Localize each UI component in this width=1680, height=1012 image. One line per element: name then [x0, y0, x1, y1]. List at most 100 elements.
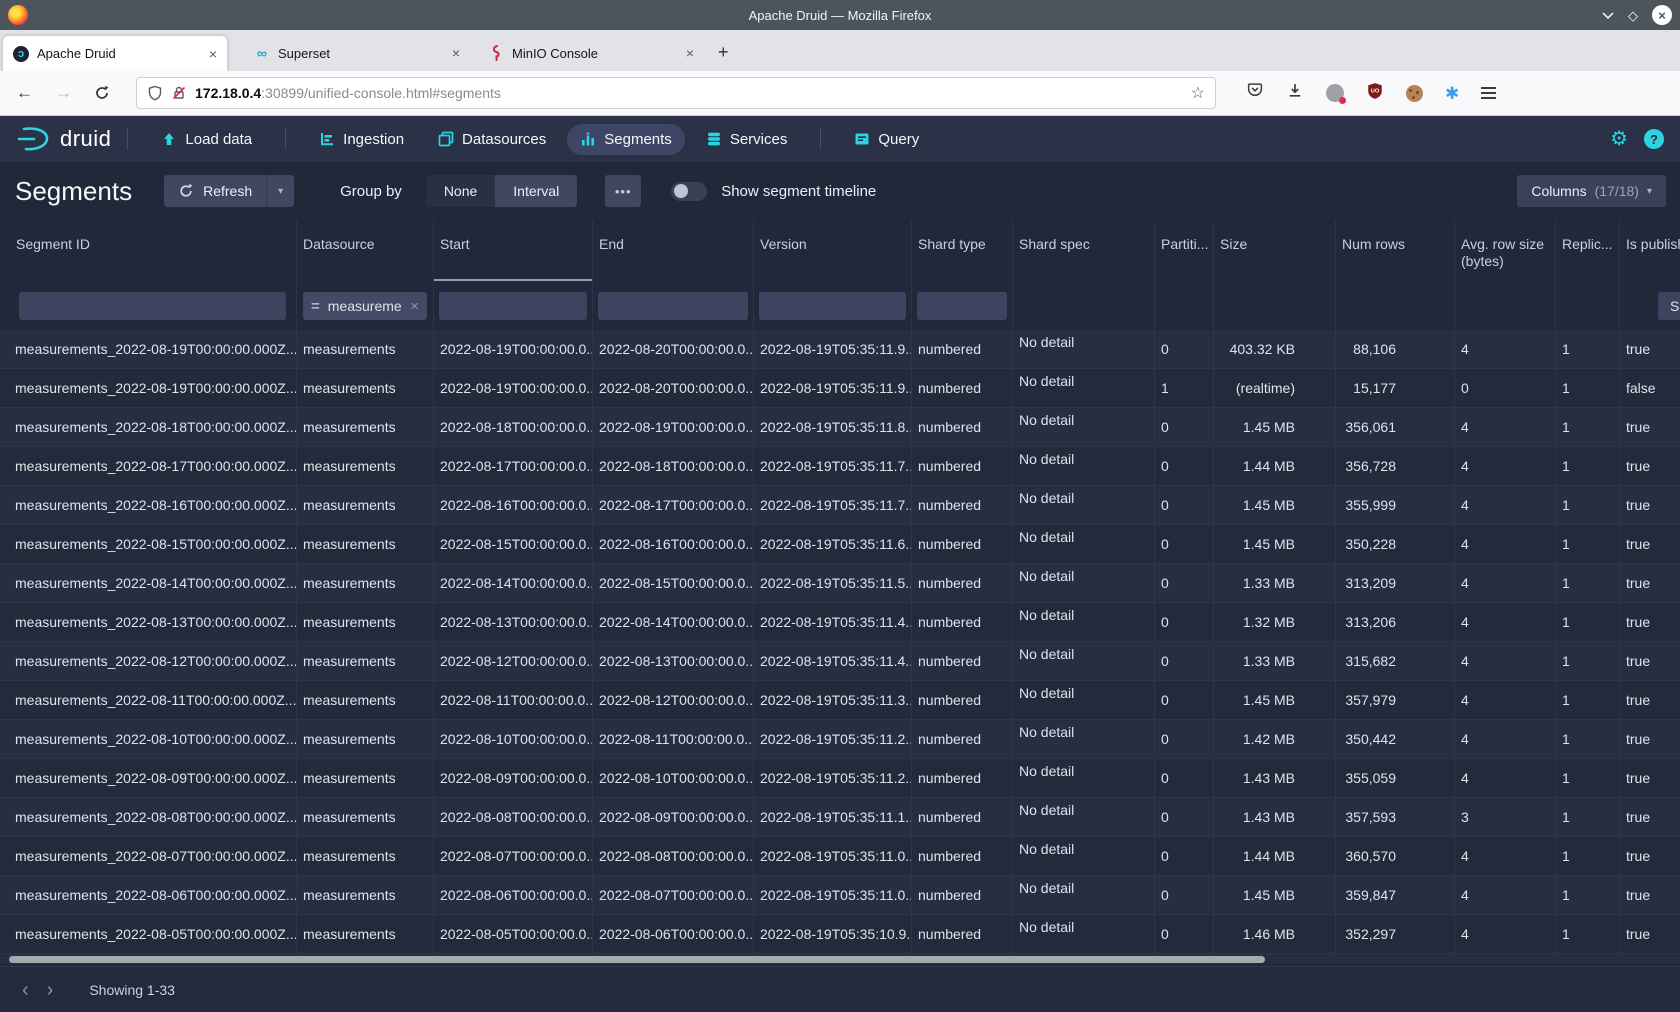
column-header-partiti[interactable]: Partiti... [1155, 220, 1214, 282]
table-row[interactable]: measurements_2022-08-07T00:00:00.000Z...… [0, 837, 1680, 876]
settings-gear-icon[interactable]: ⚙ [1610, 129, 1628, 149]
is-published-filter-button[interactable]: Show [1658, 292, 1680, 320]
column-header-label: Num rows [1342, 236, 1405, 252]
column-header-is-published[interactable]: Is published [1620, 220, 1680, 282]
cell-start: 2022-08-07T00:00:00.0... [434, 837, 593, 876]
column-header-num-rows[interactable]: Num rows [1336, 220, 1455, 282]
column-header-version[interactable]: Version [754, 220, 912, 282]
nav-item-datasources[interactable]: Datasources [425, 124, 559, 155]
table-row[interactable]: measurements_2022-08-14T00:00:00.000Z...… [0, 564, 1680, 603]
new-tab-button[interactable]: + [718, 42, 729, 63]
table-row[interactable]: measurements_2022-08-05T00:00:00.000Z...… [0, 915, 1680, 954]
table-row[interactable]: measurements_2022-08-13T00:00:00.000Z...… [0, 603, 1680, 642]
table-row[interactable]: measurements_2022-08-15T00:00:00.000Z...… [0, 525, 1680, 564]
divider [285, 128, 286, 150]
forward-button[interactable]: → [55, 83, 72, 103]
column-header-start[interactable]: Start [434, 220, 593, 282]
cell-segment-id: measurements_2022-08-17T00:00:00.000Z... [0, 447, 297, 486]
remove-filter-icon[interactable]: × [410, 298, 419, 315]
extension-asterisk-icon[interactable]: ✱ [1445, 85, 1459, 102]
group-by-interval-button[interactable]: Interval [495, 175, 577, 207]
cell-shard-type: numbered [912, 603, 1013, 642]
filter-input-start[interactable] [439, 292, 587, 320]
shield-icon[interactable] [147, 85, 163, 101]
tab-superset[interactable]: ∞ Superset × [244, 35, 470, 71]
column-header-shard-spec[interactable]: Shard spec [1013, 220, 1155, 282]
column-header-size[interactable]: Size [1214, 220, 1336, 282]
column-header-segment-id[interactable]: Segment ID [0, 220, 297, 282]
cell-size: (realtime) [1214, 369, 1336, 408]
reload-button[interactable] [94, 85, 110, 101]
url-bar[interactable]: 172.18.0.4:30899/unified-console.html#se… [136, 77, 1216, 109]
table-row[interactable]: measurements_2022-08-08T00:00:00.000Z...… [0, 798, 1680, 837]
horizontal-scrollbar[interactable] [0, 956, 1680, 964]
more-options-button[interactable]: ••• [605, 175, 641, 207]
filter-cell-is-published: Show [1620, 282, 1680, 330]
pocket-icon[interactable] [1246, 82, 1264, 104]
column-header-replic[interactable]: Replic... [1556, 220, 1620, 282]
nav-item-query[interactable]: Query [841, 124, 932, 155]
table-row[interactable]: measurements_2022-08-10T00:00:00.000Z...… [0, 720, 1680, 759]
equals-icon: = [311, 298, 320, 315]
group-by-none-button[interactable]: None [426, 175, 495, 207]
nav-item-ingestion[interactable]: Ingestion [306, 124, 417, 155]
superset-favicon-icon: ∞ [254, 45, 270, 61]
filter-input-end[interactable] [598, 292, 748, 320]
tab-close-icon[interactable]: × [452, 45, 460, 61]
help-icon[interactable]: ? [1644, 129, 1664, 149]
nav-item-label: Datasources [462, 131, 546, 148]
tab-close-icon[interactable]: × [209, 46, 217, 62]
cell-shard-type: numbered [912, 408, 1013, 447]
window-minimize-icon[interactable] [1602, 9, 1614, 22]
back-button[interactable]: ← [16, 83, 33, 103]
filter-input-shard-type[interactable] [917, 292, 1007, 320]
table-row[interactable]: measurements_2022-08-17T00:00:00.000Z...… [0, 447, 1680, 486]
table-row[interactable]: measurements_2022-08-11T00:00:00.000Z...… [0, 681, 1680, 720]
nav-item-segments[interactable]: Segments [567, 124, 685, 155]
tab-close-icon[interactable]: × [686, 45, 694, 61]
table-row[interactable]: measurements_2022-08-18T00:00:00.000Z...… [0, 408, 1680, 447]
insecure-lock-icon[interactable] [171, 85, 187, 101]
ublock-icon[interactable]: UO [1366, 82, 1384, 105]
bookmark-star-icon[interactable]: ☆ [1191, 83, 1205, 103]
table-row[interactable]: measurements_2022-08-19T00:00:00.000Z...… [0, 369, 1680, 408]
table-row[interactable]: measurements_2022-08-12T00:00:00.000Z...… [0, 642, 1680, 681]
druid-logo[interactable]: druid [14, 125, 111, 153]
datasource-filter-chip[interactable]: =measureme× [303, 292, 427, 320]
cell-num-rows: 350,228 [1336, 525, 1455, 564]
cell-num-rows: 15,177 [1336, 369, 1455, 408]
refresh-dropdown-button[interactable]: ▾ [266, 175, 294, 207]
segment-timeline-toggle[interactable] [671, 182, 707, 201]
menu-icon[interactable] [1481, 87, 1496, 99]
cookie-icon[interactable] [1406, 85, 1423, 102]
cell-start: 2022-08-13T00:00:00.0... [434, 603, 593, 642]
column-header-shard-type[interactable]: Shard type [912, 220, 1013, 282]
table-row[interactable]: measurements_2022-08-16T00:00:00.000Z...… [0, 486, 1680, 525]
table-row[interactable]: measurements_2022-08-06T00:00:00.000Z...… [0, 876, 1680, 915]
tab-minio-console[interactable]: MinIO Console × [478, 35, 704, 71]
cell-is-published: true [1620, 837, 1680, 876]
cell-end: 2022-08-20T00:00:00.0... [593, 369, 754, 408]
cell-datasource: measurements [297, 798, 434, 837]
column-header-end[interactable]: End [593, 220, 754, 282]
nav-item-load-data[interactable]: Load data [148, 124, 265, 155]
scrollbar-thumb[interactable] [9, 956, 1265, 963]
window-maximize-icon[interactable]: ◇ [1628, 9, 1638, 22]
column-header-datasource[interactable]: Datasource [297, 220, 434, 282]
filter-input-segment-id[interactable] [19, 292, 286, 320]
next-page-button[interactable]: › [47, 980, 54, 1000]
extensions-icon[interactable] [1326, 84, 1344, 102]
previous-page-button[interactable]: ‹ [22, 980, 29, 1000]
refresh-button[interactable]: Refresh [164, 175, 266, 207]
column-header-avg-row-size-bytes[interactable]: Avg. row size (bytes) [1455, 220, 1556, 282]
cell-replic: 1 [1556, 915, 1620, 954]
download-icon[interactable] [1286, 82, 1304, 104]
nav-item-services[interactable]: Services [693, 124, 801, 155]
tab-apache-druid[interactable]: ɔ Apache Druid × [2, 35, 228, 71]
table-row[interactable]: measurements_2022-08-19T00:00:00.000Z...… [0, 330, 1680, 369]
filter-input-version[interactable] [759, 292, 906, 320]
table-row[interactable]: measurements_2022-08-09T00:00:00.000Z...… [0, 759, 1680, 798]
url-text[interactable]: 172.18.0.4:30899/unified-console.html#se… [195, 85, 1191, 101]
columns-button[interactable]: Columns (17/18) ▾ [1517, 175, 1666, 207]
window-close-icon[interactable]: × [1652, 5, 1672, 25]
